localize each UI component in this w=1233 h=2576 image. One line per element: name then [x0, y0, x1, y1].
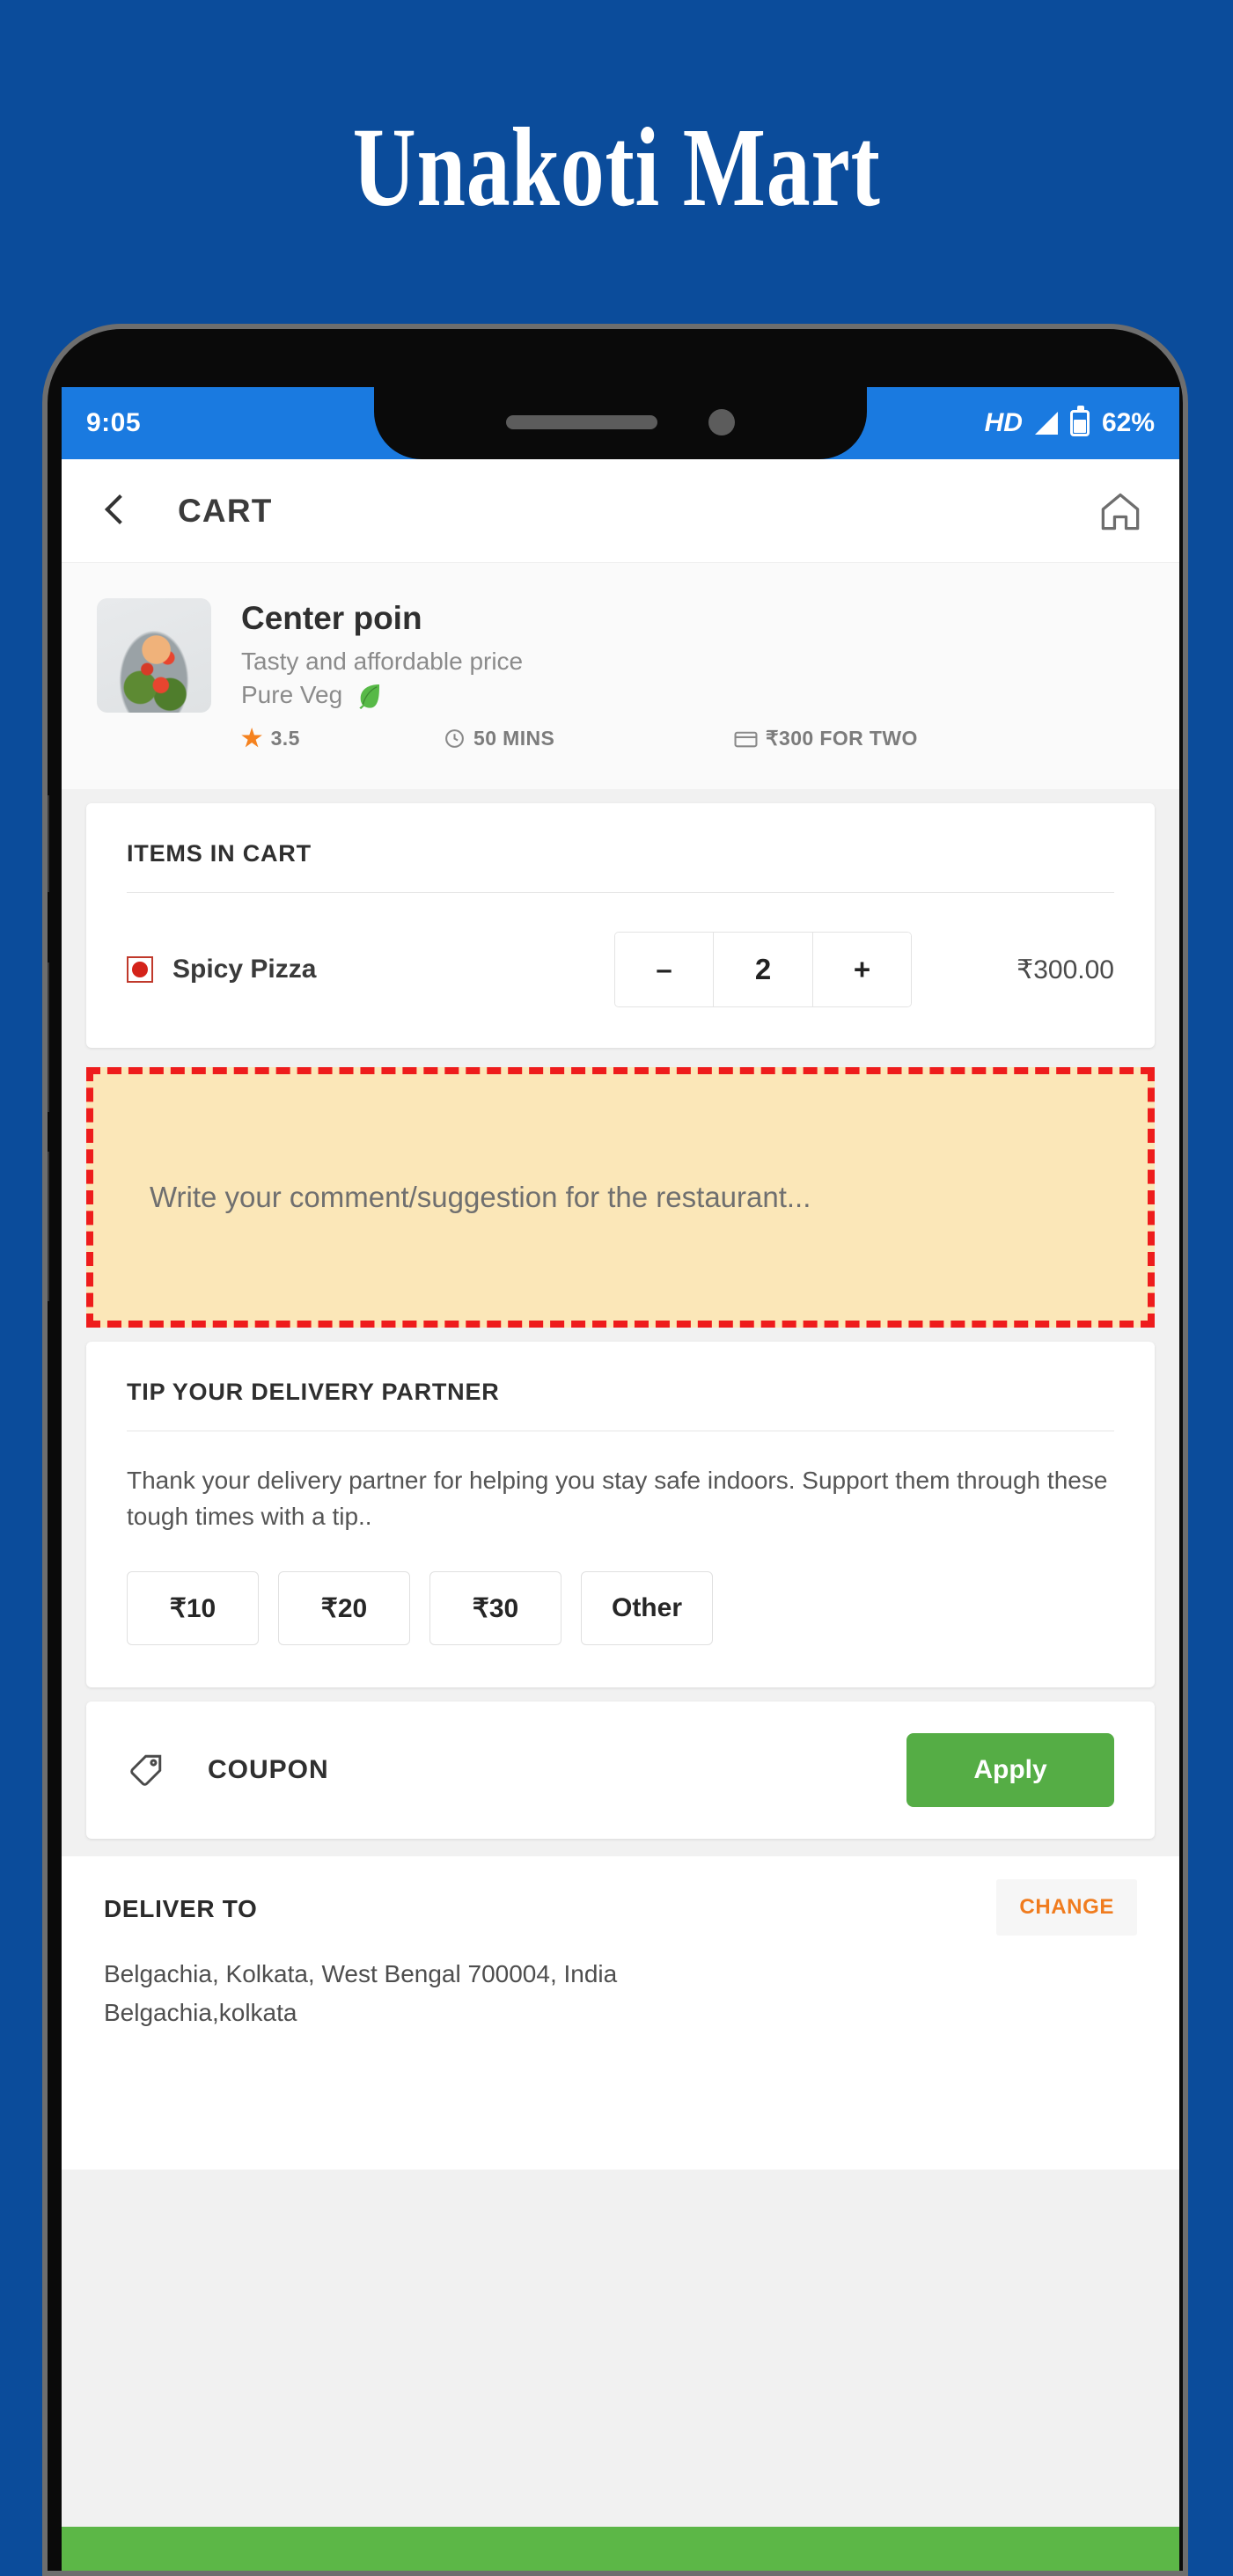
restaurant-tagline: Tasty and affordable price — [241, 648, 524, 675]
non-veg-indicator-icon — [127, 956, 153, 983]
delivery-address: Belgachia, Kolkata, West Bengal 700004, … — [104, 1955, 1137, 2031]
restaurant-delivery-time: 50 MINS — [444, 727, 734, 750]
cart-item-price: ₹300.00 — [1016, 955, 1114, 984]
restaurant-cost-for-two: ₹300 FOR TWO — [734, 727, 918, 750]
restaurant-name: Center poin — [241, 600, 422, 636]
items-in-cart-card: ITEMS IN CART Spicy Pizza – 2 + ₹300.00 — [86, 803, 1155, 1048]
star-icon: ★ — [241, 725, 263, 751]
coupon-card: COUPON Apply — [86, 1701, 1155, 1840]
items-in-cart-heading: ITEMS IN CART — [127, 840, 312, 867]
deliver-to-section: DELIVER TO CHANGE Belgachia, Kolkata, We… — [62, 1856, 1179, 2170]
front-camera-icon — [708, 409, 735, 435]
earpiece-speaker — [506, 415, 657, 429]
deliver-to-heading: DELIVER TO — [104, 1895, 258, 1923]
phone-mockup-frame: 9:05 HD 62% CART Center poin Tasty and a… — [42, 324, 1188, 2576]
battery-percent-label: 62% — [1101, 408, 1155, 437]
rating-value: 3.5 — [270, 727, 300, 750]
apply-coupon-button[interactable]: Apply — [906, 1733, 1114, 1808]
restaurant-meta-row: ★ 3.5 50 MINS ₹300 FOR TWO — [241, 727, 1144, 750]
quantity-stepper[interactable]: – 2 + — [614, 932, 912, 1007]
phone-side-button-mute[interactable] — [48, 795, 49, 892]
coupon-label: COUPON — [208, 1755, 329, 1785]
restaurant-rating: ★ 3.5 — [241, 727, 444, 750]
tip-option-10[interactable]: ₹10 — [127, 1571, 259, 1646]
page-title: CART — [178, 492, 273, 529]
coupon-row: COUPON Apply — [86, 1701, 1155, 1839]
phone-side-button-volume-down[interactable] — [48, 1152, 49, 1301]
banner-title: Unakoti Mart — [352, 105, 881, 230]
phone-screen: 9:05 HD 62% CART Center poin Tasty and a… — [62, 387, 1179, 2571]
tip-option-30[interactable]: ₹30 — [429, 1571, 561, 1646]
promo-banner: Unakoti Mart — [0, 0, 1233, 334]
battery-icon — [1069, 406, 1090, 436]
address-line-1: Belgachia, Kolkata, West Bengal 700004, … — [104, 1960, 618, 1988]
bottom-action-bar[interactable] — [62, 2527, 1179, 2571]
status-bar-indicators: HD 62% — [984, 406, 1155, 438]
restaurant-comment-field[interactable]: Write your comment/suggestion for the re… — [86, 1067, 1155, 1328]
change-address-button[interactable]: CHANGE — [996, 1879, 1137, 1936]
tag-icon — [130, 1754, 162, 1786]
back-chevron-icon[interactable] — [97, 492, 136, 531]
tip-option-other[interactable]: Other — [581, 1571, 713, 1646]
increment-button[interactable]: + — [812, 933, 911, 1006]
app-header: CART — [62, 459, 1179, 563]
status-bar-time: 9:05 — [86, 408, 142, 437]
clock-icon — [445, 729, 464, 748]
cost-for-two-value: ₹300 FOR TWO — [766, 727, 918, 750]
decrement-button[interactable]: – — [615, 933, 714, 1006]
pure-veg-label: Pure Veg — [241, 681, 343, 708]
status-bar: 9:05 HD 62% — [62, 387, 1179, 459]
home-icon[interactable] — [1097, 490, 1144, 532]
comment-placeholder: Write your comment/suggestion for the re… — [150, 1181, 811, 1213]
restaurant-summary[interactable]: Center poin Tasty and affordable price P… — [62, 563, 1179, 789]
cart-page-content: Center poin Tasty and affordable price P… — [62, 563, 1179, 2571]
delivery-time-value: 50 MINS — [473, 727, 555, 750]
tip-delivery-partner-card: TIP YOUR DELIVERY PARTNER Thank your del… — [86, 1342, 1155, 1688]
cart-item-name: Spicy Pizza — [172, 955, 317, 984]
phone-notch — [374, 387, 867, 459]
address-line-2: Belgachia,kolkata — [104, 1998, 297, 2026]
cart-item-row: Spicy Pizza – 2 + ₹300.00 — [86, 893, 1155, 1048]
hd-label: HD — [984, 408, 1023, 437]
restaurant-details: Center poin Tasty and affordable price P… — [241, 598, 1144, 750]
quantity-value: 2 — [714, 933, 812, 1006]
signal-icon — [1034, 412, 1058, 435]
wallet-icon — [734, 731, 758, 747]
tip-options: ₹10 ₹20 ₹30 Other — [86, 1534, 1155, 1687]
tip-heading: TIP YOUR DELIVERY PARTNER — [127, 1379, 500, 1405]
restaurant-veg-row: Pure Veg — [241, 681, 1144, 709]
phone-side-button-volume-up[interactable] — [48, 962, 49, 1112]
leaf-icon — [359, 684, 380, 709]
tip-option-20[interactable]: ₹20 — [278, 1571, 410, 1646]
restaurant-thumbnail — [97, 598, 211, 713]
tip-description: Thank your delivery partner for helping … — [127, 1467, 1108, 1530]
